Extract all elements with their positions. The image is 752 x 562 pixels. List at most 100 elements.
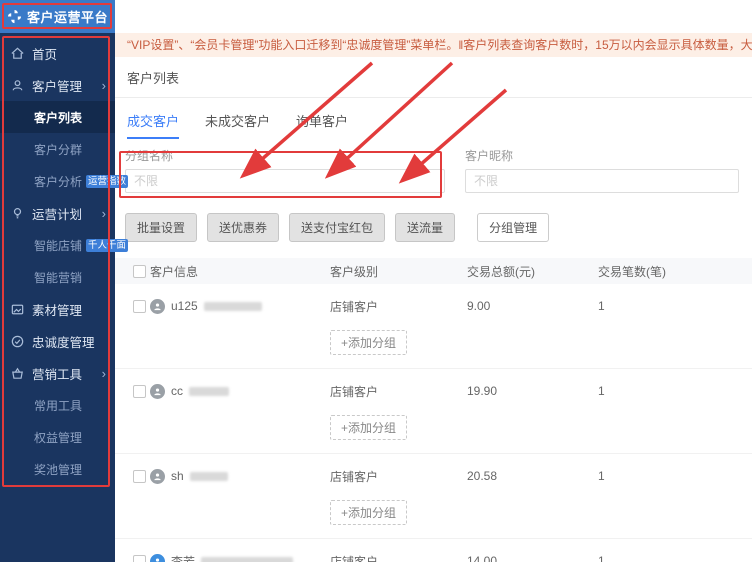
basket-icon (10, 366, 25, 381)
filter-row: 分组名称 客户昵称 (115, 139, 752, 193)
redacted-name (201, 557, 293, 562)
send-alipay-redpacket-button[interactable]: 送支付宝红包 (289, 213, 385, 242)
customer-name: 李芳 (171, 553, 195, 562)
tab-no-deal-customers[interactable]: 未成交客户 (205, 111, 270, 139)
avatar (150, 384, 165, 399)
filter-customer-nickname: 客户昵称 (465, 147, 739, 193)
image-icon (10, 302, 25, 317)
chevron-right-icon: › (102, 366, 106, 381)
avatar (150, 299, 165, 314)
page-title: 客户列表 (115, 57, 752, 98)
loyalty-icon (10, 334, 25, 349)
filter-group-name: 分组名称 (125, 147, 445, 193)
sidebar-item-label: 运营计划 (32, 204, 82, 223)
sidebar-item-prize-pool-management[interactable]: 奖池管理 (0, 453, 115, 485)
chevron-right-icon: › (102, 78, 106, 93)
main-area: “VIP设置”、“会员卡管理”功能入口迁移到“忠诚度管理”菜单栏。‖客户列表查询… (115, 0, 752, 562)
sidebar-item-loyalty-management[interactable]: 忠诚度管理 (0, 325, 115, 357)
redacted-name (204, 302, 262, 311)
add-to-group-button[interactable]: +添加分组 (330, 415, 407, 440)
column-transaction-count: 交易笔数(笔) (598, 263, 752, 280)
sidebar-item-label: 奖池管理 (34, 461, 82, 478)
column-customer-info: 客户信息 (150, 263, 330, 280)
sidebar-item-label: 客户分群 (34, 141, 82, 158)
thousand-faces-badge: 千人千面 (86, 239, 128, 252)
sidebar-item-label: 客户分析 (34, 173, 82, 190)
sidebar-item-common-tools[interactable]: 常用工具 (0, 389, 115, 421)
sidebar-item-label: 首页 (32, 44, 57, 63)
customer-nickname-input[interactable] (465, 169, 739, 193)
top-bar (115, 0, 752, 33)
sidebar-item-customer-segments[interactable]: 客户分群 (0, 133, 115, 165)
tab-inquiry-customers[interactable]: 询单客户 (296, 111, 348, 139)
total-amount: 14.00 (467, 554, 598, 562)
table-row: cc 店铺客户 19.90 1 +添加分组 (115, 369, 752, 454)
total-amount: 19.90 (467, 384, 598, 398)
transaction-count: 1 (598, 299, 752, 313)
bulb-icon (10, 206, 25, 221)
sidebar-item-label: 素材管理 (32, 300, 82, 319)
tab-deal-customers[interactable]: 成交客户 (127, 111, 179, 139)
operation-index-badge: 运营指数 (86, 175, 128, 188)
sidebar-nav: 首页 客户管理 › 客户列表 客户分群 客户分析 运营指数 (0, 33, 115, 485)
sidebar-item-rights-management[interactable]: 权益管理 (0, 421, 115, 453)
column-customer-level: 客户级别 (330, 263, 467, 280)
group-management-button[interactable]: 分组管理 (477, 213, 549, 242)
sidebar-item-label: 营销工具 (32, 364, 82, 383)
redacted-name (190, 472, 228, 481)
table-body: u125 店铺客户 9.00 1 +添加分组 cc (115, 284, 752, 562)
row-checkbox[interactable] (133, 385, 146, 398)
table-row: u125 店铺客户 9.00 1 +添加分组 (115, 284, 752, 369)
app-window: 客户运营平台 首页 客户管理 › 客户列表 客户分群 (0, 0, 752, 562)
customer-level: 店铺客户 (330, 383, 467, 400)
users-icon (10, 78, 25, 93)
notice-bar: “VIP设置”、“会员卡管理”功能入口迁移到“忠诚度管理”菜单栏。‖客户列表查询… (115, 33, 752, 57)
avatar (150, 469, 165, 484)
tab-bar: 成交客户 未成交客户 询单客户 (115, 98, 752, 139)
send-coupon-button[interactable]: 送优惠券 (207, 213, 279, 242)
sidebar-item-label: 客户列表 (34, 109, 82, 126)
redacted-name (189, 387, 229, 396)
row-checkbox[interactable] (133, 555, 146, 562)
sidebar-item-marketing-tools[interactable]: 营销工具 › (0, 357, 115, 389)
row-checkbox[interactable] (133, 300, 146, 313)
transaction-count: 1 (598, 384, 752, 398)
sidebar-item-label: 忠诚度管理 (32, 332, 95, 351)
sidebar-item-customer-list[interactable]: 客户列表 (0, 101, 115, 133)
transaction-count: 1 (598, 554, 752, 562)
sidebar-item-smart-store[interactable]: 智能店铺 千人千面 (0, 229, 115, 261)
add-to-group-button[interactable]: +添加分组 (330, 500, 407, 525)
sidebar-item-smart-marketing[interactable]: 智能营销 (0, 261, 115, 293)
sidebar-item-label: 智能店铺 (34, 237, 82, 254)
sidebar-item-label: 权益管理 (34, 429, 82, 446)
send-traffic-button[interactable]: 送流量 (395, 213, 455, 242)
avatar (150, 554, 165, 562)
total-amount: 20.58 (467, 469, 598, 483)
select-all-checkbox[interactable] (133, 265, 146, 278)
sidebar: 客户运营平台 首页 客户管理 › 客户列表 客户分群 (0, 0, 115, 562)
sidebar-item-customer-analysis[interactable]: 客户分析 运营指数 (0, 165, 115, 197)
sidebar-item-material-management[interactable]: 素材管理 (0, 293, 115, 325)
table-row: 李芳 店铺客户 14.00 1 +添加分组 (115, 539, 752, 562)
transaction-count: 1 (598, 469, 752, 483)
sidebar-item-label: 常用工具 (34, 397, 82, 414)
home-icon (10, 46, 25, 61)
sidebar-item-home[interactable]: 首页 (0, 37, 115, 69)
app-logo-text: 客户运营平台 (27, 7, 108, 26)
customer-level: 店铺客户 (330, 468, 467, 485)
customer-level: 店铺客户 (330, 298, 467, 315)
batch-settings-button[interactable]: 批量设置 (125, 213, 197, 242)
sidebar-item-customer-management[interactable]: 客户管理 › (0, 69, 115, 101)
chevron-right-icon: › (102, 206, 106, 221)
column-total-amount: 交易总额(元) (467, 263, 598, 280)
sidebar-item-label: 智能营销 (34, 269, 82, 286)
customer-name: sh (171, 469, 184, 483)
customer-name: u125 (171, 299, 198, 313)
add-to-group-button[interactable]: +添加分组 (330, 330, 407, 355)
row-checkbox[interactable] (133, 470, 146, 483)
group-name-input[interactable] (125, 169, 445, 193)
customer-name: cc (171, 384, 183, 398)
group-name-label: 分组名称 (125, 147, 445, 164)
total-amount: 9.00 (467, 299, 598, 313)
sidebar-item-operation-plan[interactable]: 运营计划 › (0, 197, 115, 229)
